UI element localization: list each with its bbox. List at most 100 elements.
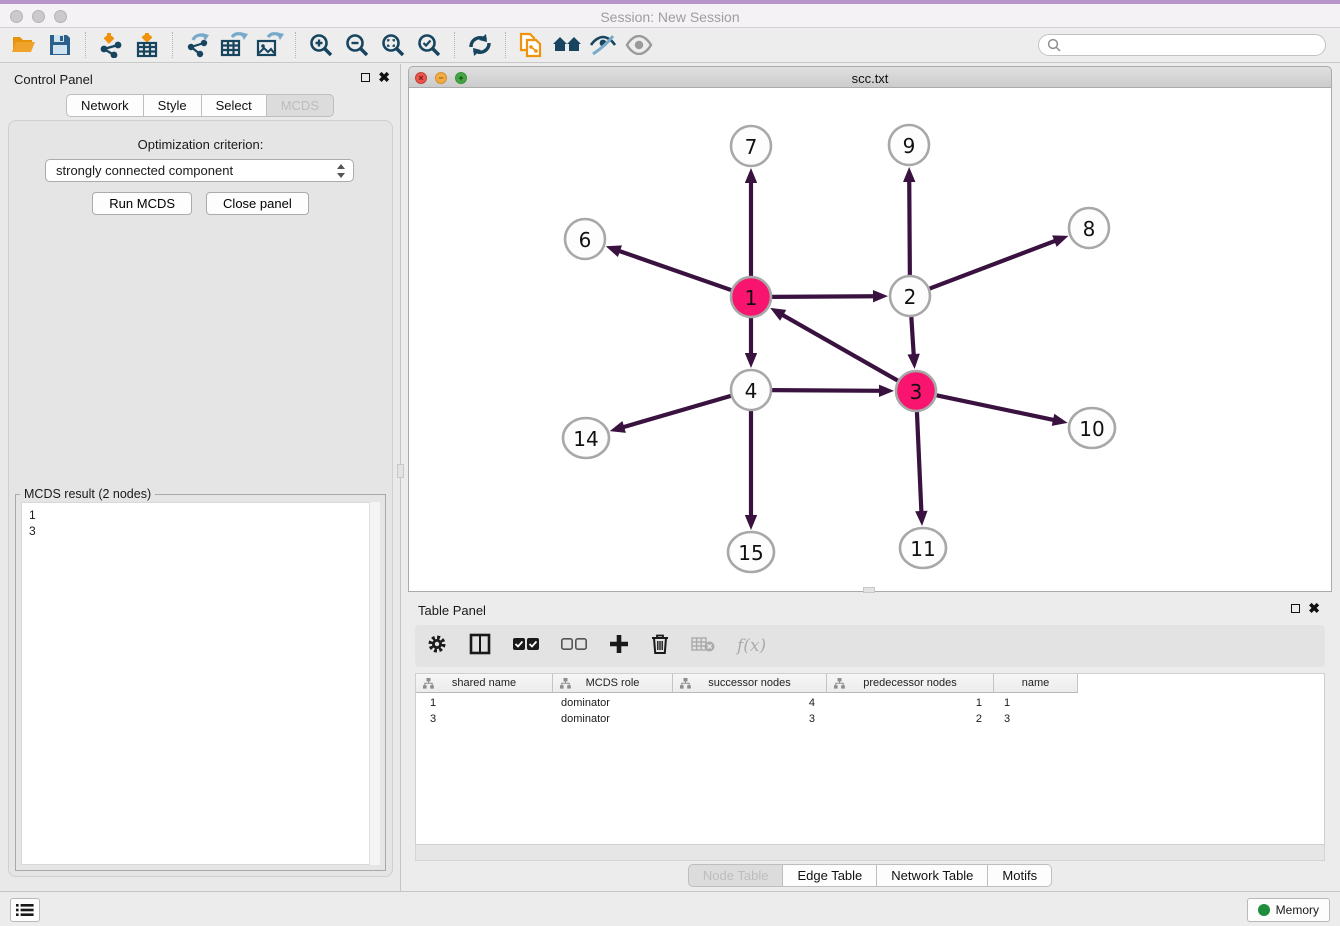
cell-successor-nodes[interactable]: 3 bbox=[673, 711, 827, 727]
run-mcds-button[interactable]: Run MCDS bbox=[92, 192, 192, 215]
zoom-out-icon[interactable] bbox=[339, 30, 375, 60]
hierarchy-icon bbox=[423, 678, 434, 689]
hide-details-icon[interactable] bbox=[585, 30, 621, 60]
table-row[interactable]: 1 dominator 4 1 1 bbox=[416, 695, 1078, 711]
hierarchy-icon bbox=[680, 678, 691, 689]
tab-select[interactable]: Select bbox=[202, 94, 267, 117]
table-row[interactable]: 3 dominator 3 2 3 bbox=[416, 711, 1078, 727]
tab-node-table[interactable]: Node Table bbox=[688, 864, 784, 887]
edge-3-10[interactable] bbox=[937, 395, 1056, 420]
memory-label: Memory bbox=[1276, 903, 1319, 917]
cell-predecessor-nodes[interactable]: 1 bbox=[827, 695, 994, 711]
task-history-button[interactable] bbox=[10, 898, 40, 922]
edge-4-3[interactable] bbox=[772, 390, 882, 391]
column-label: shared name bbox=[452, 677, 516, 689]
tab-edge-table[interactable]: Edge Table bbox=[783, 864, 877, 887]
control-panel-title: Control Panel bbox=[14, 72, 93, 87]
edge-3-11[interactable] bbox=[917, 412, 922, 514]
edge-arrowhead bbox=[903, 167, 915, 182]
tab-motifs[interactable]: Motifs bbox=[988, 864, 1052, 887]
column-header-mcds-role[interactable]: MCDS role bbox=[553, 674, 673, 693]
table-horizontal-scrollbar[interactable] bbox=[415, 845, 1325, 861]
mcds-result-group: MCDS result (2 nodes) 1 3 bbox=[15, 494, 386, 871]
close-panel-icon[interactable]: ✖ bbox=[378, 71, 390, 83]
optimization-criterion-select[interactable]: strongly connected component bbox=[45, 159, 354, 182]
graph-node-label: 9 bbox=[903, 134, 916, 158]
table-panel-title: Table Panel bbox=[418, 603, 486, 618]
search-input[interactable] bbox=[1066, 36, 1325, 54]
horizontal-splitter-grip[interactable] bbox=[863, 587, 875, 593]
import-network-icon[interactable] bbox=[93, 30, 129, 60]
network-title: scc.txt bbox=[409, 71, 1331, 86]
cell-name[interactable]: 1 bbox=[994, 695, 1078, 711]
edge-arrowhead bbox=[745, 353, 757, 368]
graph-node-label: 8 bbox=[1083, 217, 1096, 241]
hierarchy-icon bbox=[834, 678, 845, 689]
table-float-panel-icon[interactable] bbox=[1291, 604, 1300, 613]
node-table[interactable]: shared name MCDS role successor nodes pr… bbox=[415, 673, 1325, 845]
show-details-icon bbox=[621, 30, 657, 60]
add-row-icon[interactable] bbox=[609, 634, 629, 659]
close-panel-button[interactable]: Close panel bbox=[206, 192, 309, 215]
table-close-panel-icon[interactable]: ✖ bbox=[1308, 602, 1320, 614]
select-all-checkboxes-icon[interactable] bbox=[513, 637, 539, 656]
export-network-icon[interactable] bbox=[180, 30, 216, 60]
edge-4-14[interactable] bbox=[621, 396, 731, 428]
cell-name[interactable]: 3 bbox=[994, 711, 1078, 727]
column-header-shared-name[interactable]: shared name bbox=[416, 674, 553, 693]
tab-network[interactable]: Network bbox=[66, 94, 144, 117]
network-view-window: × − + scc.txt 1234678910111415 bbox=[408, 66, 1332, 592]
save-session-icon[interactable] bbox=[42, 30, 78, 60]
toolbar-separator bbox=[505, 32, 506, 58]
zoom-fit-icon[interactable] bbox=[375, 30, 411, 60]
column-header-predecessor-nodes[interactable]: predecessor nodes bbox=[827, 674, 994, 693]
search-icon bbox=[1047, 38, 1061, 52]
mcds-result-scrollbar[interactable] bbox=[369, 502, 380, 865]
session-title: Session: New Session bbox=[0, 9, 1340, 25]
network-graph[interactable]: 1234678910111415 bbox=[409, 88, 1331, 590]
edge-1-6[interactable] bbox=[617, 250, 731, 290]
export-image-icon[interactable] bbox=[252, 30, 288, 60]
tab-network-table[interactable]: Network Table bbox=[877, 864, 988, 887]
mcds-result-list[interactable]: 1 3 bbox=[21, 502, 380, 865]
network-home-icon[interactable] bbox=[549, 30, 585, 60]
tab-style[interactable]: Style bbox=[144, 94, 202, 117]
toolbar-separator bbox=[85, 32, 86, 58]
graph-node-label: 15 bbox=[738, 541, 763, 565]
show-columns-icon[interactable] bbox=[469, 633, 491, 660]
cell-mcds-role[interactable]: dominator bbox=[553, 695, 673, 711]
node-table-header: shared name MCDS role successor nodes pr… bbox=[416, 674, 1078, 693]
export-table-icon[interactable] bbox=[216, 30, 252, 60]
edge-1-2[interactable] bbox=[772, 296, 876, 297]
cell-mcds-role[interactable]: dominator bbox=[553, 711, 673, 727]
cell-shared-name[interactable]: 3 bbox=[416, 711, 553, 727]
tab-mcds[interactable]: MCDS bbox=[267, 94, 334, 117]
network-canvas[interactable]: 1234678910111415 bbox=[408, 88, 1332, 592]
duplicate-network-icon[interactable] bbox=[513, 30, 549, 60]
delete-row-icon[interactable] bbox=[651, 634, 669, 659]
zoom-selected-icon[interactable] bbox=[411, 30, 447, 60]
toolbar-separator bbox=[172, 32, 173, 58]
open-session-icon[interactable] bbox=[6, 30, 42, 60]
float-panel-icon[interactable] bbox=[361, 73, 370, 82]
edge-2-3[interactable] bbox=[911, 317, 914, 357]
table-options-gear-icon[interactable] bbox=[427, 634, 447, 659]
deselect-all-checkboxes-icon[interactable] bbox=[561, 637, 587, 656]
status-bar: Memory bbox=[0, 891, 1340, 926]
graph-node-label: 2 bbox=[904, 285, 917, 309]
edge-2-8[interactable] bbox=[930, 240, 1058, 288]
import-table-icon[interactable] bbox=[129, 30, 165, 60]
cell-shared-name[interactable]: 1 bbox=[416, 695, 553, 711]
edge-2-9[interactable] bbox=[909, 179, 910, 275]
column-header-successor-nodes[interactable]: successor nodes bbox=[673, 674, 827, 693]
column-header-name[interactable]: name bbox=[994, 674, 1078, 693]
network-window-titlebar[interactable]: × − + scc.txt bbox=[408, 66, 1332, 88]
search-field[interactable] bbox=[1038, 34, 1326, 56]
apply-layout-icon[interactable] bbox=[462, 30, 498, 60]
cell-successor-nodes[interactable]: 4 bbox=[673, 695, 827, 711]
memory-button[interactable]: Memory bbox=[1247, 898, 1330, 922]
edge-3-1[interactable] bbox=[781, 314, 898, 381]
cell-predecessor-nodes[interactable]: 2 bbox=[827, 711, 994, 727]
zoom-in-icon[interactable] bbox=[303, 30, 339, 60]
vertical-splitter-grip[interactable] bbox=[397, 464, 404, 478]
